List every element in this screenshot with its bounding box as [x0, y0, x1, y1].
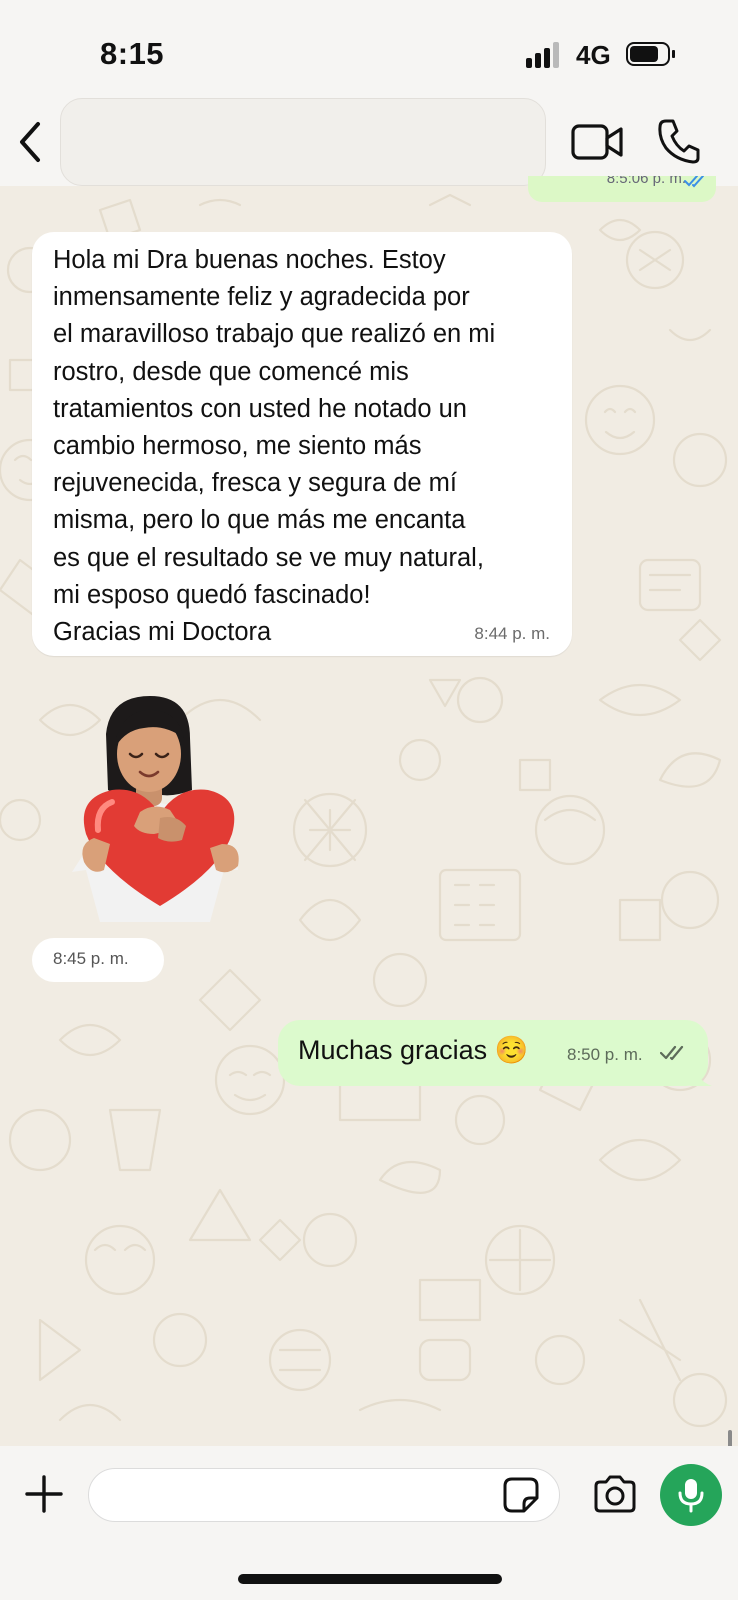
message-text: Hola mi Dra buenas noches. Estoy inmensa…	[53, 246, 496, 647]
sticker-button[interactable]	[502, 1476, 540, 1514]
back-button[interactable]	[12, 118, 52, 166]
camera-icon	[594, 1475, 636, 1513]
message-bubble-outgoing[interactable]: Muchas gracias ☺️ 8:50 p. m.	[278, 1020, 708, 1086]
phone-call-button[interactable]	[656, 116, 702, 166]
video-call-icon	[571, 124, 623, 160]
voice-message-button[interactable]	[660, 1464, 722, 1526]
microphone-icon	[678, 1479, 704, 1513]
video-call-button[interactable]	[570, 120, 626, 164]
camera-button[interactable]	[592, 1474, 638, 1514]
avatar-hugging-heart-sticker[interactable]	[60, 694, 260, 922]
contact-info-button[interactable]	[60, 98, 546, 186]
network-type: 4G	[576, 40, 611, 70]
message-input[interactable]	[88, 1468, 560, 1522]
message-bubble-outgoing-partial[interactable]: 8:5:06 p. m.	[528, 176, 716, 202]
message-bubble-incoming[interactable]: Hola mi Dra buenas noches. Estoy inmensa…	[32, 232, 572, 656]
back-chevron-icon	[20, 122, 40, 162]
phone-call-icon	[658, 119, 700, 164]
battery-icon	[626, 42, 675, 66]
message-time: 8:5:06 p. m.	[606, 176, 686, 187]
message-text: Muchas gracias ☺️	[298, 1035, 529, 1065]
chat-header	[0, 98, 738, 186]
read-ticks-icon	[684, 176, 704, 188]
message-time: 8:50 p. m.	[567, 1045, 643, 1064]
sticker-icon	[503, 1477, 539, 1513]
delivered-ticks-icon	[660, 1045, 684, 1061]
status-bar: 8:15 4G	[0, 0, 738, 100]
message-time: 8:44 p. m.	[474, 624, 550, 643]
message-time: 8:45 p. m.	[53, 949, 129, 968]
message-list[interactable]: 8:5:06 p. m. Hola mi Dra buenas noches. …	[0, 176, 738, 1446]
sticker-time-chip: 8:45 p. m.	[32, 938, 164, 982]
bubble-tail	[690, 1054, 712, 1086]
signal-bars-icon	[526, 42, 564, 68]
status-time: 8:15	[100, 36, 165, 71]
plus-icon	[25, 1475, 63, 1513]
attach-button[interactable]	[24, 1474, 64, 1514]
composer-bar	[0, 1446, 738, 1600]
home-indicator[interactable]	[238, 1574, 502, 1584]
